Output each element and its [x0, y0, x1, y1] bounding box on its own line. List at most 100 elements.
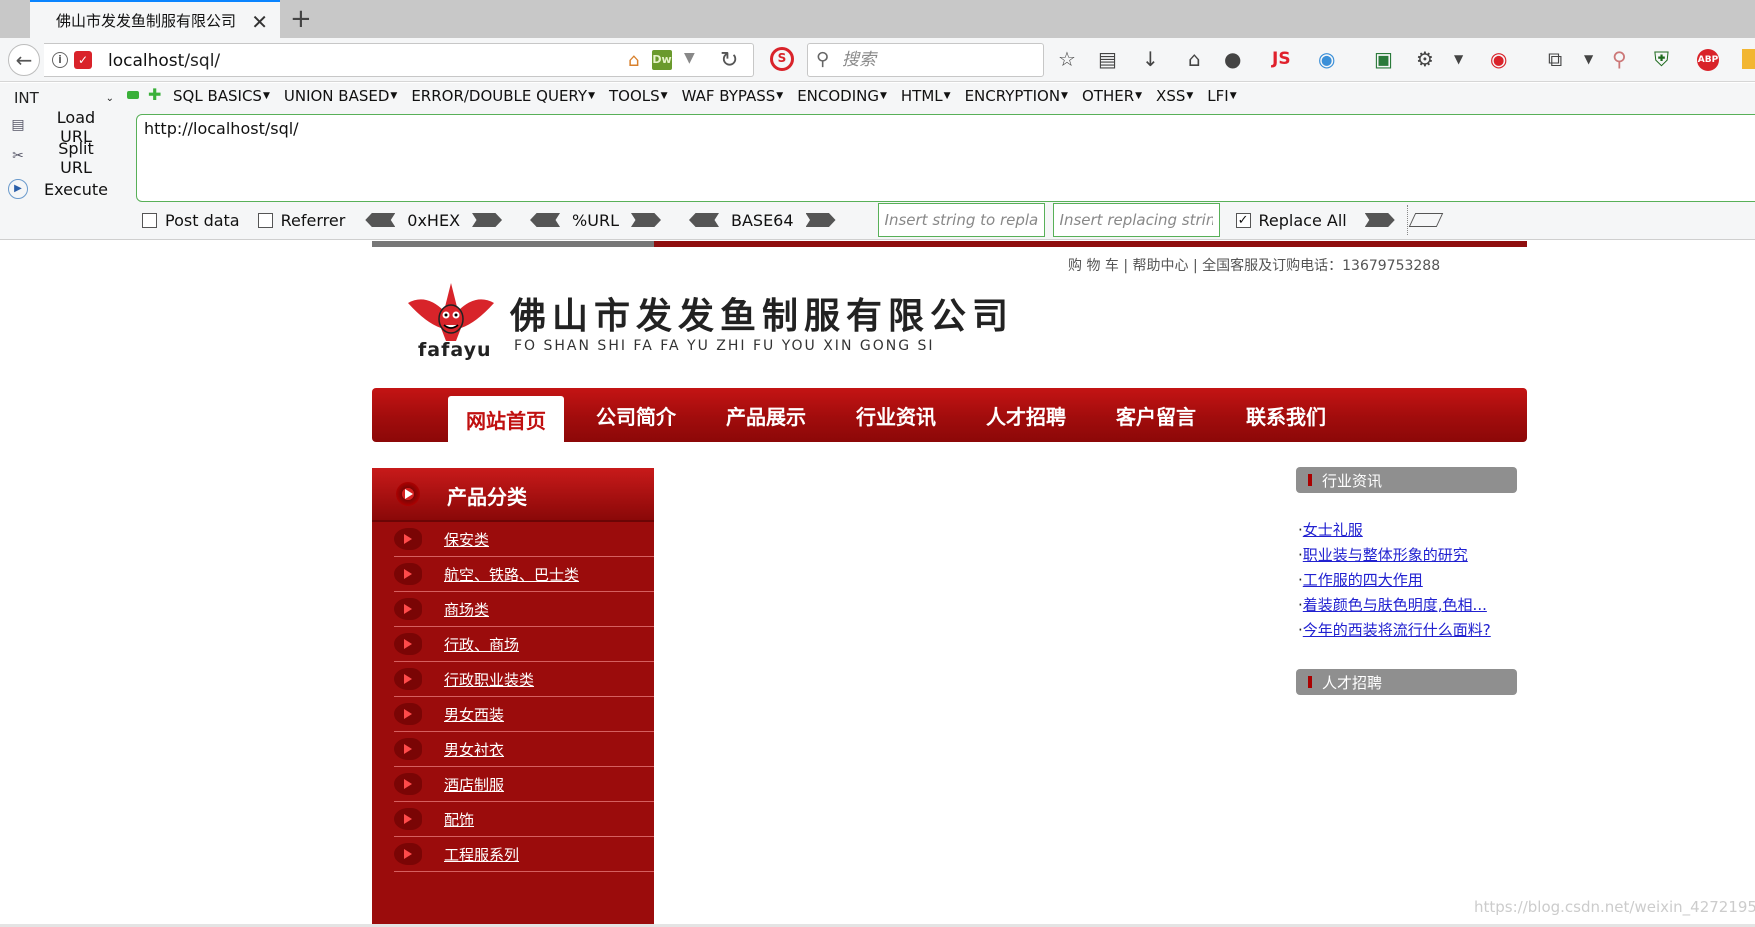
- menu-error-double-query[interactable]: ERROR/DOUBLE QUERY▼: [411, 87, 595, 105]
- news-link[interactable]: 女士礼服: [1303, 521, 1363, 539]
- category-link[interactable]: 男女西装: [444, 704, 504, 725]
- url-bar[interactable]: i ✓ localhost/sql/ ⌂ Dw ▼ ↻: [44, 43, 754, 77]
- nav-guestbook[interactable]: 客户留言: [1098, 388, 1214, 442]
- category-link[interactable]: 酒店制服: [444, 774, 504, 795]
- base64-right-button[interactable]: [805, 213, 836, 227]
- sticky-note-icon[interactable]: [1742, 49, 1755, 69]
- colorzilla-icon[interactable]: ◉: [1318, 47, 1335, 71]
- new-tab-button[interactable]: +: [290, 4, 312, 34]
- nav-about[interactable]: 公司简介: [578, 388, 694, 442]
- url-text[interactable]: localhost/sql/: [108, 51, 220, 71]
- search-icon: ⚲: [816, 49, 830, 70]
- product-category-sidebar: 产品分类 保安类 航空、铁路、巴士类 商场类 行政、商场 行政职业装类 男女西装…: [372, 468, 654, 927]
- base64-left-button[interactable]: [688, 213, 719, 227]
- window-icon[interactable]: ⧉: [1548, 47, 1562, 71]
- download-icon[interactable]: ↓: [1142, 47, 1159, 71]
- news-link[interactable]: 职业装与整体形象的研究: [1303, 546, 1468, 564]
- reload-icon[interactable]: ↻: [720, 48, 738, 73]
- news-link[interactable]: 着装颜色与肤色明度,色相...: [1303, 596, 1487, 614]
- replace-all-checkbox[interactable]: ✓ Replace All: [1235, 211, 1347, 230]
- referrer-checkbox[interactable]: Referrer: [257, 211, 345, 230]
- globe-icon[interactable]: ●: [1224, 47, 1241, 71]
- hex-group: 0xHEX: [365, 211, 503, 230]
- category-link[interactable]: 男女衬衣: [444, 739, 504, 760]
- menu-xss[interactable]: XSS▼: [1156, 87, 1193, 105]
- dw-icon[interactable]: Dw: [652, 50, 672, 70]
- category-link[interactable]: 配饰: [444, 809, 474, 830]
- zoom-icon[interactable]: ⚲: [1612, 47, 1627, 71]
- replace-string-input[interactable]: [877, 203, 1045, 237]
- minus-icon[interactable]: [127, 91, 139, 99]
- chevron-down-icon[interactable]: ▼: [1454, 47, 1463, 71]
- arrow-bullet-icon: [394, 563, 422, 585]
- nav-home[interactable]: 网站首页: [448, 396, 564, 442]
- category-link[interactable]: 商场类: [444, 599, 489, 620]
- type-select[interactable]: INT ⌄: [8, 87, 120, 109]
- shield-icon[interactable]: ⛨: [1654, 47, 1669, 71]
- category-link[interactable]: 航空、铁路、巴士类: [444, 564, 579, 585]
- separator: [1406, 205, 1408, 235]
- replacing-string-input[interactable]: [1052, 203, 1220, 237]
- back-button[interactable]: ←: [8, 44, 40, 76]
- category-link[interactable]: 工程服系列: [444, 844, 519, 865]
- load-url-icon: ▤: [11, 117, 25, 133]
- url-encode-left-button[interactable]: [530, 213, 561, 227]
- nav-jobs[interactable]: 人才招聘: [968, 388, 1084, 442]
- search-input[interactable]: [842, 48, 1032, 72]
- arrow-bullet-icon: [394, 703, 422, 725]
- hackbar-menu: SQL BASICS▼ UNION BASED▼ ERROR/DOUBLE QU…: [173, 87, 1251, 105]
- menu-waf-bypass[interactable]: WAF BYPASS▼: [682, 87, 784, 105]
- category-link[interactable]: 行政职业装类: [444, 669, 534, 690]
- post-data-checkbox[interactable]: Post data: [142, 211, 240, 230]
- bookmark-extension-icon[interactable]: ✓: [74, 51, 92, 69]
- chevron-down-icon[interactable]: ▼: [684, 50, 695, 66]
- replace-next-button[interactable]: [1408, 213, 1444, 227]
- category-link[interactable]: 行政、商场: [444, 634, 519, 655]
- menu-union-based[interactable]: UNION BASED▼: [284, 87, 397, 105]
- hex-encode-right-button[interactable]: [472, 213, 503, 227]
- news-link[interactable]: 工作服的四大作用: [1303, 571, 1423, 589]
- nav-contact[interactable]: 联系我们: [1228, 388, 1344, 442]
- menu-html[interactable]: HTML▼: [901, 87, 951, 105]
- adblock-icon[interactable]: ABP: [1697, 49, 1719, 71]
- menu-encoding[interactable]: ENCODING▼: [797, 87, 887, 105]
- menu-other[interactable]: OTHER▼: [1082, 87, 1142, 105]
- nav-industry-news[interactable]: 行业资讯: [838, 388, 954, 442]
- hackbar-url-input[interactable]: [136, 114, 1755, 202]
- home-icon[interactable]: ⌂: [1188, 47, 1201, 71]
- url-encode-right-button[interactable]: [630, 213, 661, 227]
- category-link[interactable]: 保安类: [444, 529, 489, 550]
- replace-go-button[interactable]: [1364, 213, 1395, 227]
- hackbar-toggle-icon[interactable]: ◉: [1490, 47, 1507, 71]
- close-icon[interactable]: ✕: [251, 10, 268, 34]
- play-icon: ▶: [8, 179, 28, 199]
- house-icon[interactable]: ⌂: [628, 50, 639, 71]
- hex-encode-left-button[interactable]: [365, 213, 396, 227]
- reading-list-icon[interactable]: ▤: [1098, 47, 1117, 71]
- star-icon[interactable]: ☆: [1058, 47, 1076, 71]
- palette-icon[interactable]: ⚙: [1416, 47, 1434, 71]
- news-link[interactable]: 今年的西装将流行什么面料?: [1303, 621, 1491, 639]
- load-url-button[interactable]: ▤ Load URL: [8, 108, 112, 146]
- search-bar[interactable]: ⚲: [807, 43, 1044, 77]
- hackbar-options: Post data Referrer 0xHEX %URL BASE64 ✓Re…: [142, 203, 1444, 237]
- split-url-button[interactable]: ✂ Split URL: [8, 139, 112, 177]
- menu-tools[interactable]: TOOLS▼: [609, 87, 668, 105]
- nav-products[interactable]: 产品展示: [708, 388, 824, 442]
- image-icon[interactable]: ▣: [1374, 47, 1393, 71]
- js-icon[interactable]: JS: [1272, 47, 1291, 71]
- scissors-icon: ✂: [12, 148, 24, 164]
- company-name: 佛山市发发鱼制服有限公司: [510, 295, 1015, 337]
- arrow-left-icon: ←: [15, 48, 33, 72]
- top-links[interactable]: 购 物 车 | 帮助中心 | 全国客服及订购电话：13679753288: [1068, 255, 1440, 275]
- info-icon[interactable]: i: [52, 52, 68, 68]
- menu-sql-basics[interactable]: SQL BASICS▼: [173, 87, 270, 105]
- noscript-icon[interactable]: S: [770, 47, 794, 71]
- tab-active[interactable]: 佛山市发发鱼制服有限公司 ✕: [30, 0, 280, 38]
- plus-icon[interactable]: ✚: [148, 85, 161, 104]
- chevron-down-icon[interactable]: ▼: [1584, 47, 1593, 71]
- execute-button[interactable]: ▶ Execute: [8, 176, 112, 202]
- menu-lfi[interactable]: LFI▼: [1207, 87, 1236, 105]
- url-encode-group: %URL: [530, 211, 661, 230]
- menu-encryption[interactable]: ENCRYPTION▼: [965, 87, 1068, 105]
